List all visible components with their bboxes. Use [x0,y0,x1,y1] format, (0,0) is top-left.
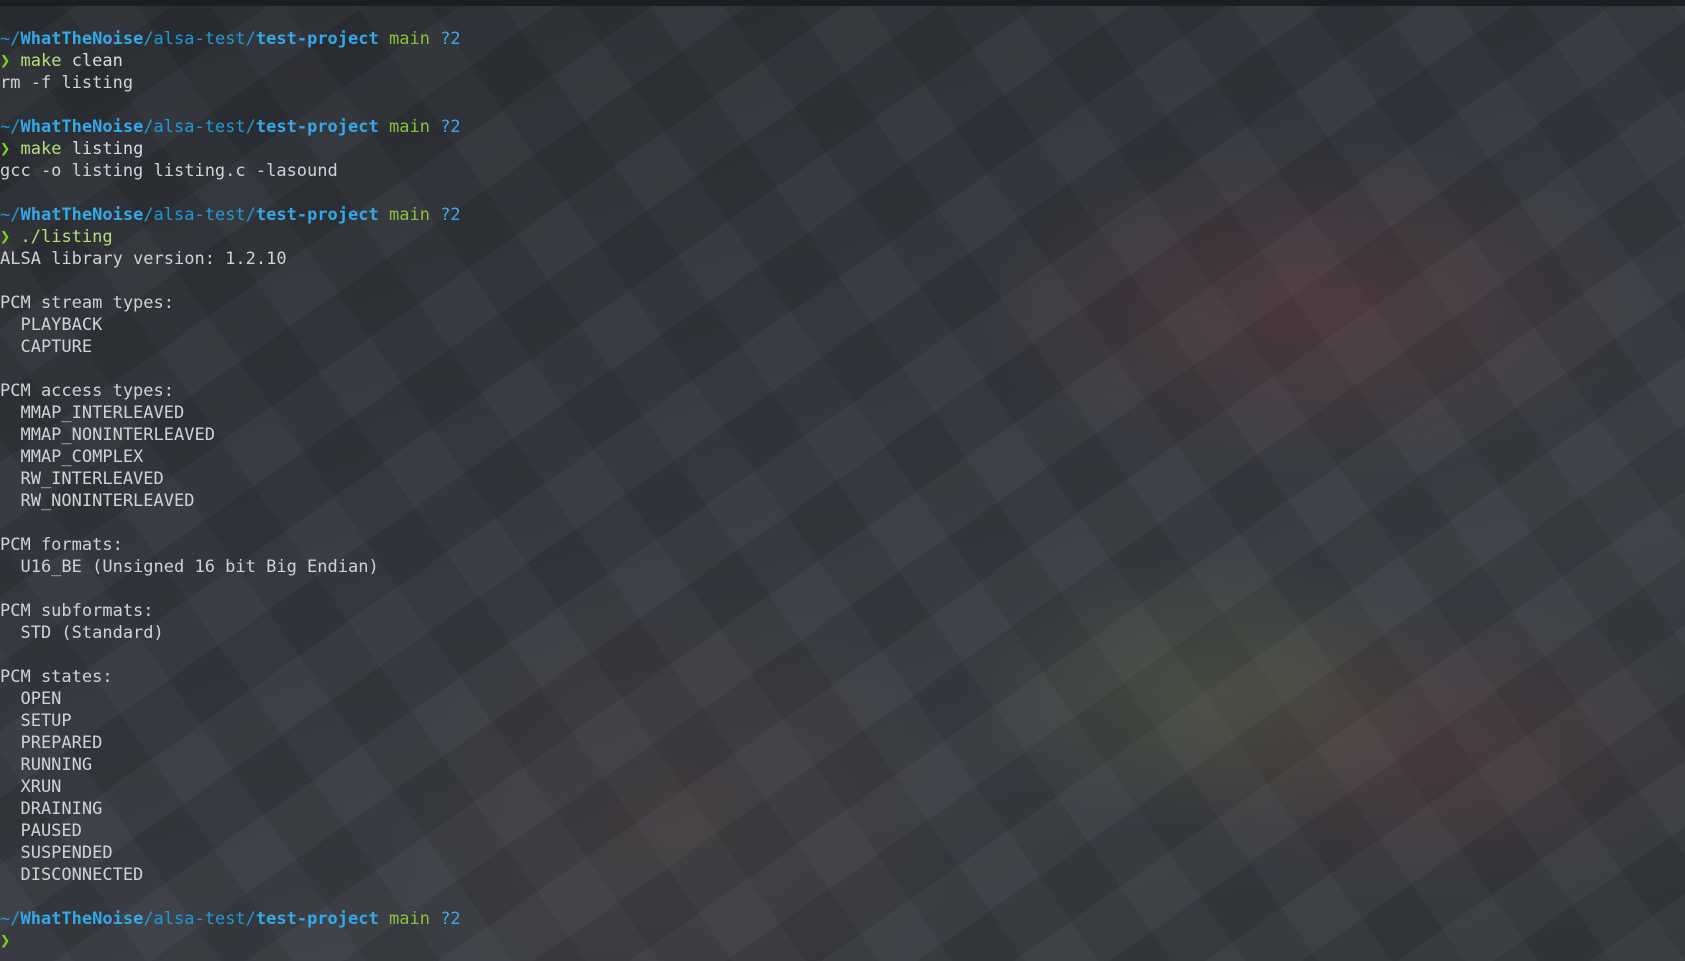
output-line: STD (Standard) [0,623,164,643]
output-line: SUSPENDED [0,843,113,863]
prompt-line: ~/WhatTheNoise/alsa-test/test-project ma… [0,908,461,930]
output-line: RW_INTERLEAVED [0,469,164,489]
prompt-user-dir: WhatTheNoise [20,205,144,225]
prompt-arrow-icon: ❯ [0,931,11,951]
output-line: RUNNING [0,755,93,775]
output-line: RW_NONINTERLEAVED [0,491,195,511]
command-name: ./listing [20,227,113,247]
prompt-line: ~/WhatTheNoise/alsa-test/test-project ma… [0,28,461,50]
output-line: PREPARED [0,733,103,753]
terminal-window[interactable]: ~/WhatTheNoise/alsa-test/test-project ma… [0,0,1685,961]
window-top-edge [0,0,1685,6]
output-line: SETUP [0,711,72,731]
command-args: clean [61,51,123,71]
terminal-output: ~/WhatTheNoise/alsa-test/test-project ma… [0,28,461,952]
prompt-project-dir: test-project [255,29,379,49]
output-line: DRAINING [0,799,103,819]
command-args: listing [61,139,144,159]
output-line: ALSA library version: 1.2.10 [0,249,287,269]
prompt-mid-dir: /alsa-test/ [143,29,256,49]
prompt-project-dir: test-project [255,117,379,137]
prompt-home: ~/ [0,909,21,929]
output-line: DISCONNECTED [0,865,144,885]
prompt-mid-dir: /alsa-test/ [143,117,256,137]
git-status: ?2 [440,29,461,49]
prompt-mid-dir: /alsa-test/ [143,909,256,929]
prompt-home: ~/ [0,117,21,137]
prompt-arrow-icon: ❯ [0,51,11,71]
git-status: ?2 [440,117,461,137]
command-line: ❯ make listing [0,138,461,160]
git-branch: main [388,205,430,225]
prompt-home: ~/ [0,205,21,225]
git-branch: main [388,117,430,137]
prompt-project-dir: test-project [255,909,379,929]
output-line: PAUSED [0,821,82,841]
output-line: rm -f listing [0,73,134,93]
output-line: XRUN [0,777,62,797]
output-line: MMAP_NONINTERLEAVED [0,425,215,445]
prompt-mid-dir: /alsa-test/ [143,205,256,225]
prompt-user-dir: WhatTheNoise [20,909,144,929]
prompt-arrow-icon: ❯ [0,227,11,247]
git-branch: main [388,909,430,929]
command-line: ❯ ./listing [0,226,461,248]
output-line: CAPTURE [0,337,93,357]
output-line: gcc -o listing listing.c -lasound [0,161,338,181]
output-line: PCM access types: [0,381,174,401]
active-input-line[interactable]: ❯ [0,930,461,952]
output-line: PLAYBACK [0,315,103,335]
output-line: PCM formats: [0,535,123,555]
output-line: PCM subformats: [0,601,154,621]
output-line: MMAP_INTERLEAVED [0,403,185,423]
prompt-line: ~/WhatTheNoise/alsa-test/test-project ma… [0,116,461,138]
prompt-user-dir: WhatTheNoise [20,117,144,137]
git-status: ?2 [440,205,461,225]
command-name: make [20,51,62,71]
prompt-project-dir: test-project [255,205,379,225]
output-line: MMAP_COMPLEX [0,447,144,467]
output-line: PCM states: [0,667,113,687]
output-line: OPEN [0,689,62,709]
prompt-line: ~/WhatTheNoise/alsa-test/test-project ma… [0,204,461,226]
git-branch: main [388,29,430,49]
prompt-home: ~/ [0,29,21,49]
prompt-user-dir: WhatTheNoise [20,29,144,49]
git-status: ?2 [440,909,461,929]
command-line: ❯ make clean [0,50,461,72]
command-name: make [20,139,62,159]
output-line: PCM stream types: [0,293,174,313]
output-line: U16_BE (Unsigned 16 bit Big Endian) [0,557,379,577]
prompt-arrow-icon: ❯ [0,139,11,159]
